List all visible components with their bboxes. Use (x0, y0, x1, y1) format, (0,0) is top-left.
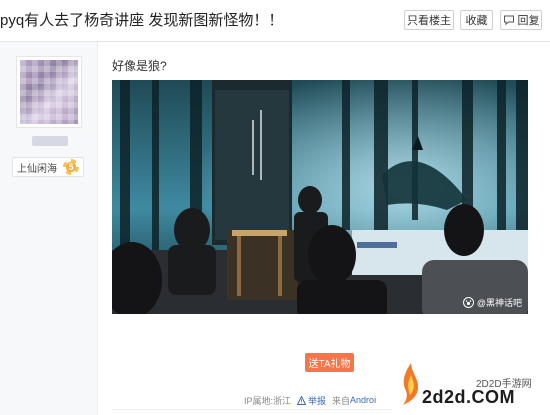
post-text: 好像是狼? (112, 59, 167, 73)
thread-header: pyq有人去了杨奇讲座 发现新图新怪物！！ 只看楼主 收藏 回复 (0, 0, 550, 42)
author-sidebar: 上仙闲海 5 (0, 42, 98, 415)
event-photo (112, 80, 528, 314)
username-redacted[interactable] (32, 136, 68, 146)
site-logo: 2D2D手游网 2d2d.COM (392, 355, 550, 415)
avatar-frame[interactable] (16, 56, 82, 128)
favorite-button[interactable]: 收藏 (460, 10, 493, 30)
only-author-button[interactable]: 只看楼主 (404, 10, 454, 30)
send-gift-button[interactable]: 送TA礼物 (305, 353, 354, 372)
level-badge[interactable]: 上仙闲海 5 (12, 157, 84, 177)
reply-button[interactable]: 回复 (500, 10, 542, 30)
image-watermark-text: @黑神话吧 (476, 298, 522, 308)
level-badge-icon: 5 (63, 159, 79, 175)
report-icon (297, 395, 307, 405)
avatar (20, 60, 78, 124)
source-prefix: 来自 (332, 395, 351, 406)
thread-title: pyq有人去了杨奇讲座 发现新图新怪物！！ (0, 12, 284, 29)
watermark-paw-icon (462, 297, 474, 308)
level-name: 上仙闲海 (17, 163, 57, 175)
flame-logo-icon (403, 363, 419, 405)
post-meta: IP属地:浙江 举报 来自 Androi (244, 393, 376, 407)
source-device-link[interactable]: Androi (350, 395, 376, 405)
report-link[interactable]: 举报 (297, 394, 326, 407)
report-label: 举报 (308, 395, 327, 406)
image-watermark: @黑神话吧 (462, 296, 522, 309)
site-logo-text: 2d2d.COM (422, 387, 516, 407)
reply-icon (503, 15, 514, 26)
ip-location: IP属地:浙江 (244, 395, 292, 406)
reply-button-label: 回复 (517, 15, 540, 27)
post-image[interactable]: @黑神话吧 (112, 80, 528, 314)
